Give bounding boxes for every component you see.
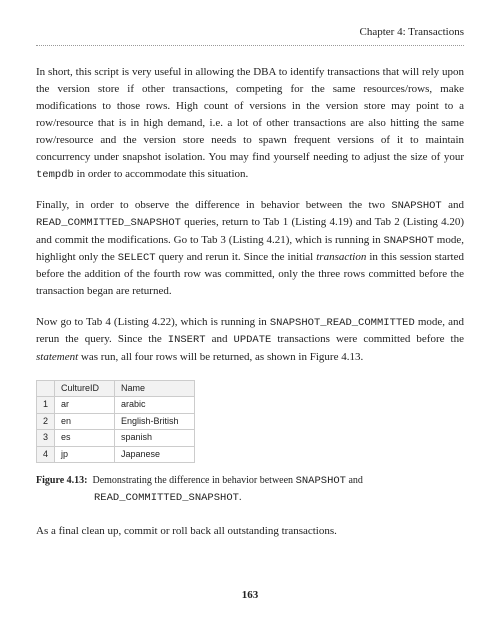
table-row: 2 en English-British (37, 413, 195, 430)
col-header-blank (37, 380, 55, 397)
page-number: 163 (0, 587, 500, 604)
cell-name: spanish (115, 430, 195, 447)
cell-name: arabic (115, 397, 195, 414)
row-number: 2 (37, 413, 55, 430)
caption-text: and (346, 475, 363, 486)
code-inline: SNAPSHOT (296, 475, 346, 487)
caption-text: Demonstrating the difference in behavior… (92, 475, 295, 486)
cell-cultureid: en (55, 413, 115, 430)
table-header-row: CultureID Name (37, 380, 195, 397)
col-header-cultureid: CultureID (55, 380, 115, 397)
cell-name: English-British (115, 413, 195, 430)
body-text: Now go to Tab 4 (Listing 4.22), which is… (36, 316, 270, 328)
code-inline: READ_COMMITTED_SNAPSHOT (36, 217, 181, 229)
cell-cultureid: jp (55, 446, 115, 463)
col-header-name: Name (115, 380, 195, 397)
paragraph-2: Finally, in order to observe the differe… (36, 197, 464, 300)
data-table: CultureID Name 1 ar arabic 2 en English-… (36, 380, 195, 464)
body-text: As a final clean up, commit or roll back… (36, 525, 337, 537)
result-table: CultureID Name 1 ar arabic 2 en English-… (36, 380, 464, 464)
body-text: and (442, 199, 464, 211)
row-number: 3 (37, 430, 55, 447)
code-inline: UPDATE (234, 334, 272, 346)
paragraph-1: In short, this script is very useful in … (36, 64, 464, 184)
code-inline: SNAPSHOT (384, 235, 434, 247)
table-row: 1 ar arabic (37, 397, 195, 414)
cell-cultureid: ar (55, 397, 115, 414)
code-inline: SNAPSHOT (391, 200, 441, 212)
chapter-header: Chapter 4: Transactions (36, 24, 464, 46)
cell-cultureid: es (55, 430, 115, 447)
code-inline: tempdb (36, 169, 74, 181)
figure-caption: Figure 4.13: Demonstrating the differenc… (36, 473, 464, 507)
chapter-title: Chapter 4: Transactions (360, 26, 465, 38)
code-inline: READ_COMMITTED_SNAPSHOT (94, 492, 239, 504)
code-inline: SNAPSHOT_READ_COMMITTED (270, 317, 415, 329)
body-text: and (206, 333, 234, 345)
figure-label: Figure 4.13: (36, 475, 87, 486)
italic-text: statement (36, 351, 78, 363)
paragraph-3: Now go to Tab 4 (Listing 4.22), which is… (36, 314, 464, 366)
code-inline: INSERT (168, 334, 206, 346)
body-text: query and rerun it. Since the initial (156, 251, 317, 263)
row-number: 1 (37, 397, 55, 414)
cell-name: Japanese (115, 446, 195, 463)
body-text: was run, all four rows will be returned,… (78, 351, 363, 363)
table-row: 3 es spanish (37, 430, 195, 447)
row-number: 4 (37, 446, 55, 463)
paragraph-4: As a final clean up, commit or roll back… (36, 523, 464, 540)
body-text: In short, this script is very useful in … (36, 66, 464, 163)
italic-text: transaction (316, 251, 366, 263)
caption-text: . (239, 492, 242, 503)
body-text: Finally, in order to observe the differe… (36, 199, 391, 211)
body-text: in order to accommodate this situation. (74, 168, 248, 180)
code-inline: SELECT (118, 252, 156, 264)
table-row: 4 jp Japanese (37, 446, 195, 463)
body-text: transactions were committed before the (271, 333, 464, 345)
